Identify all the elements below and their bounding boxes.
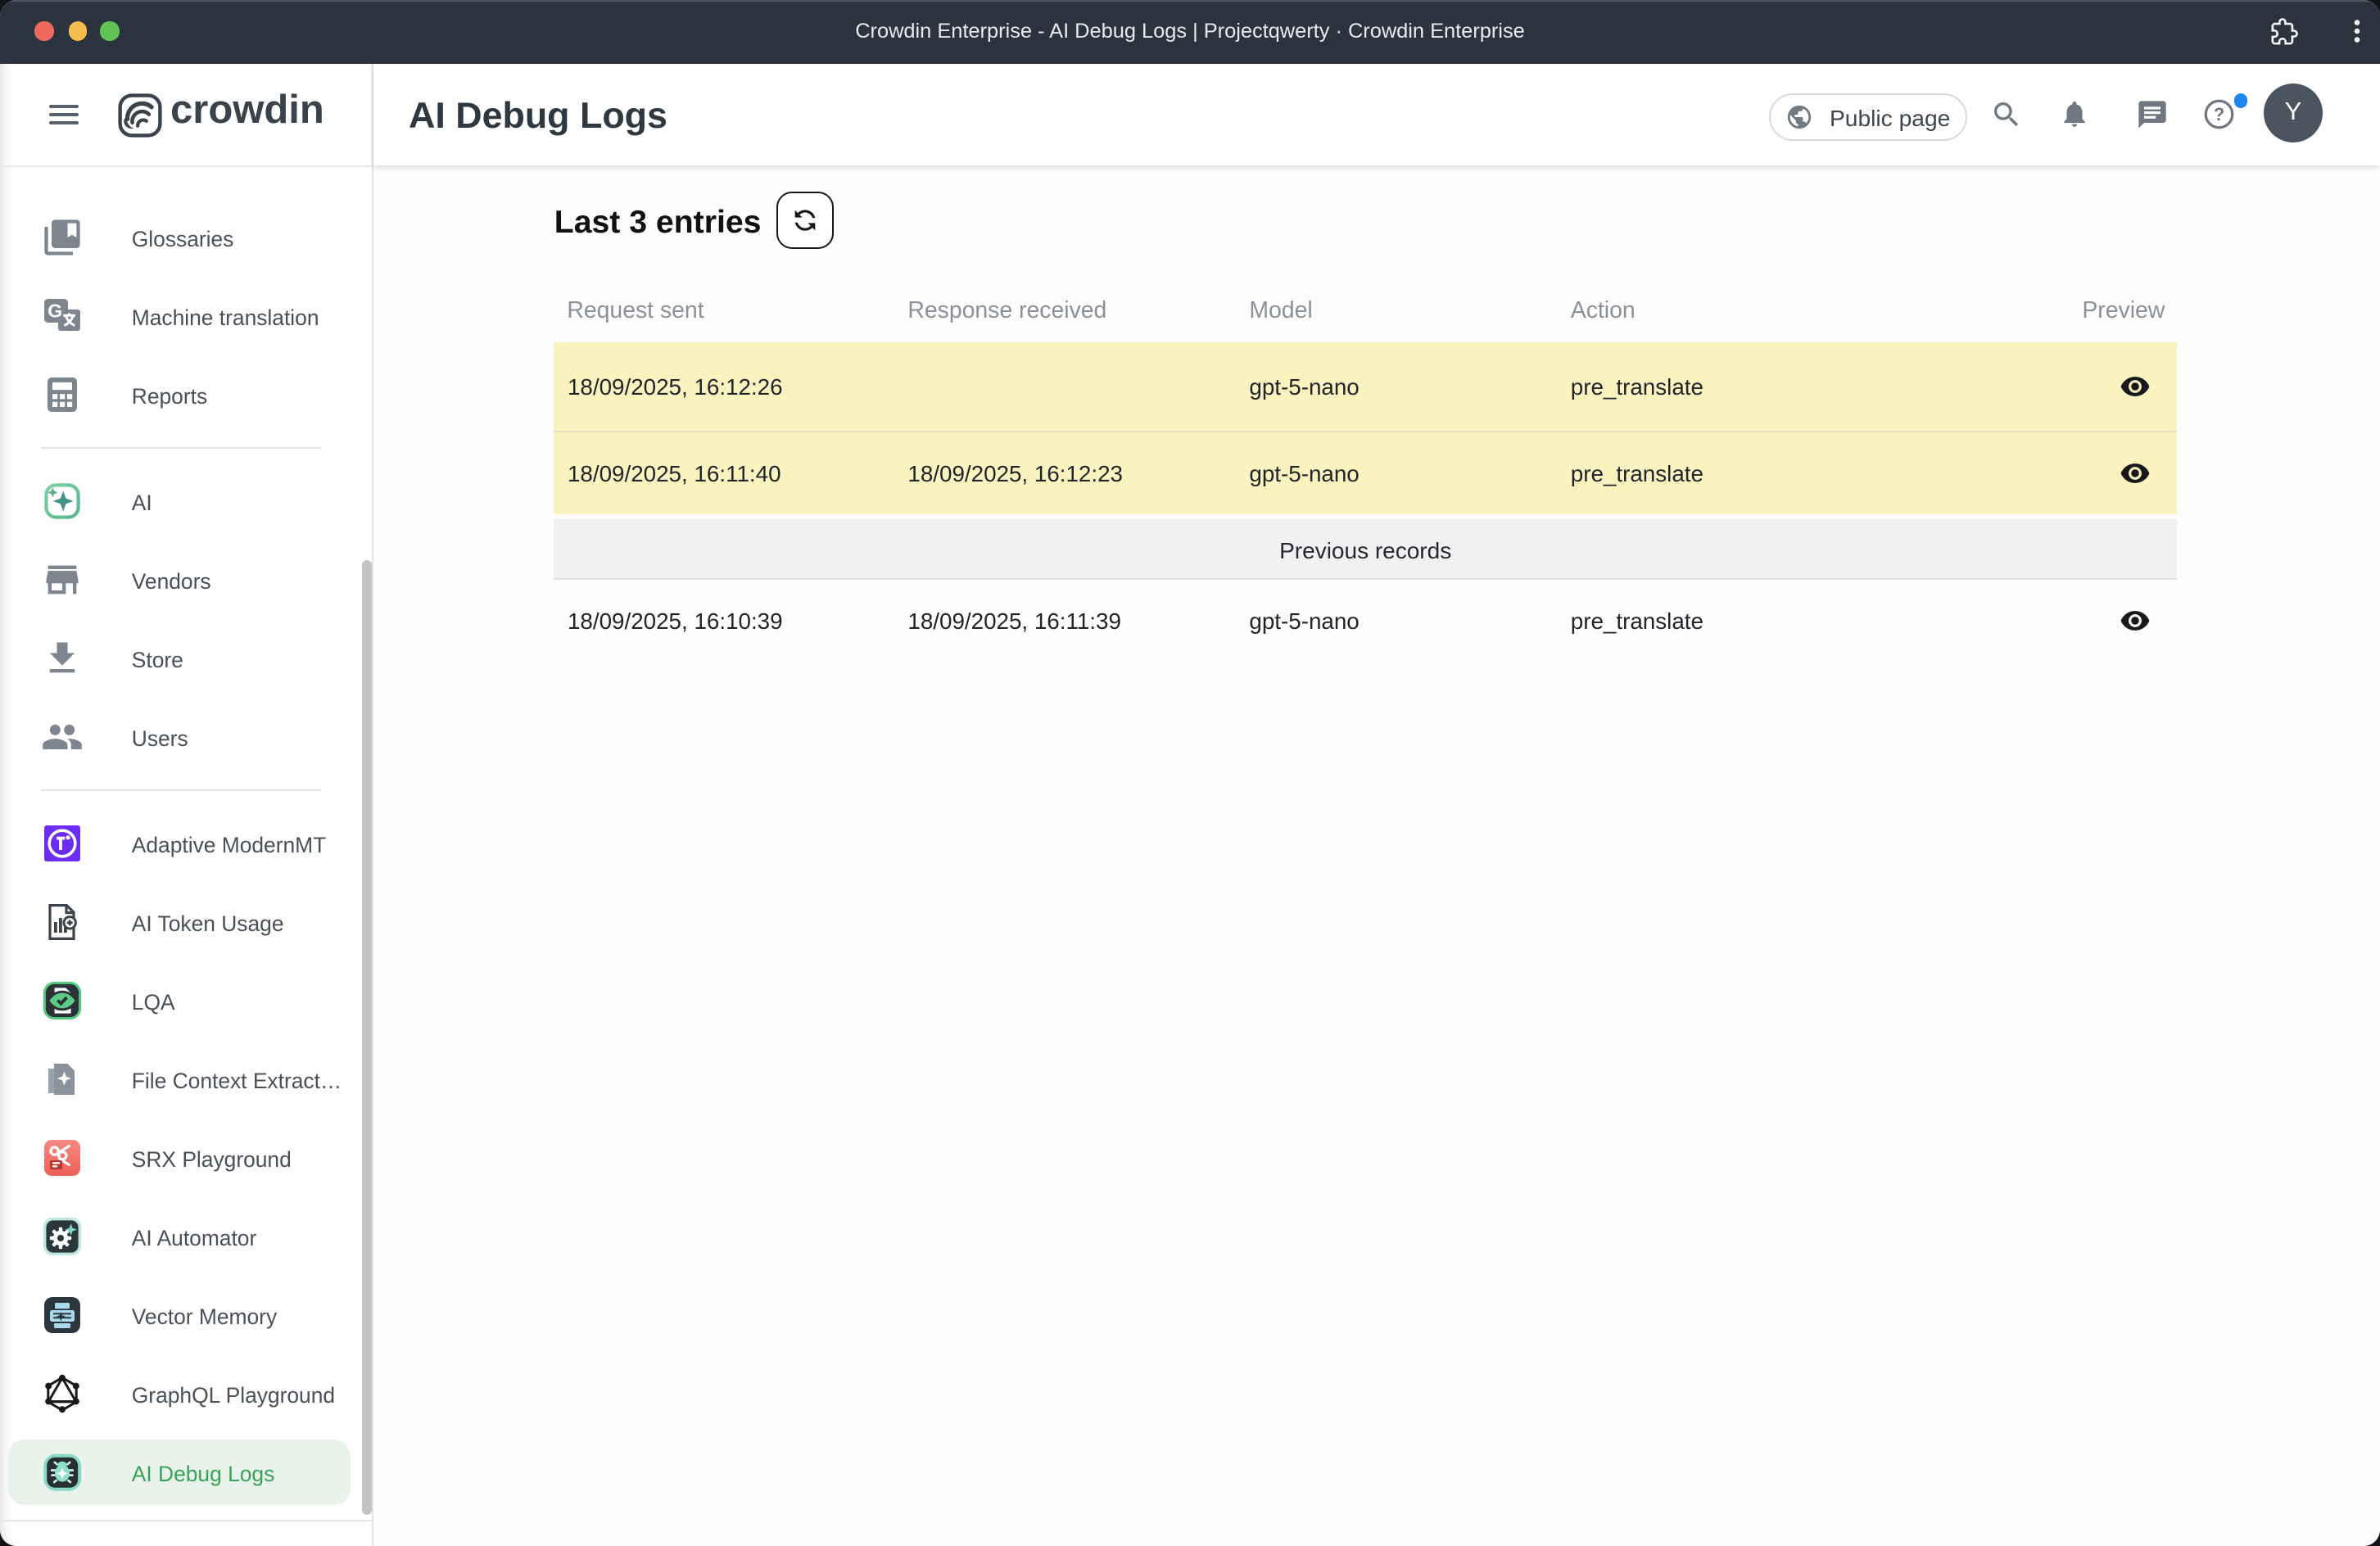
svg-text:G: G (48, 300, 62, 321)
svg-text:?: ? (2213, 103, 2224, 124)
